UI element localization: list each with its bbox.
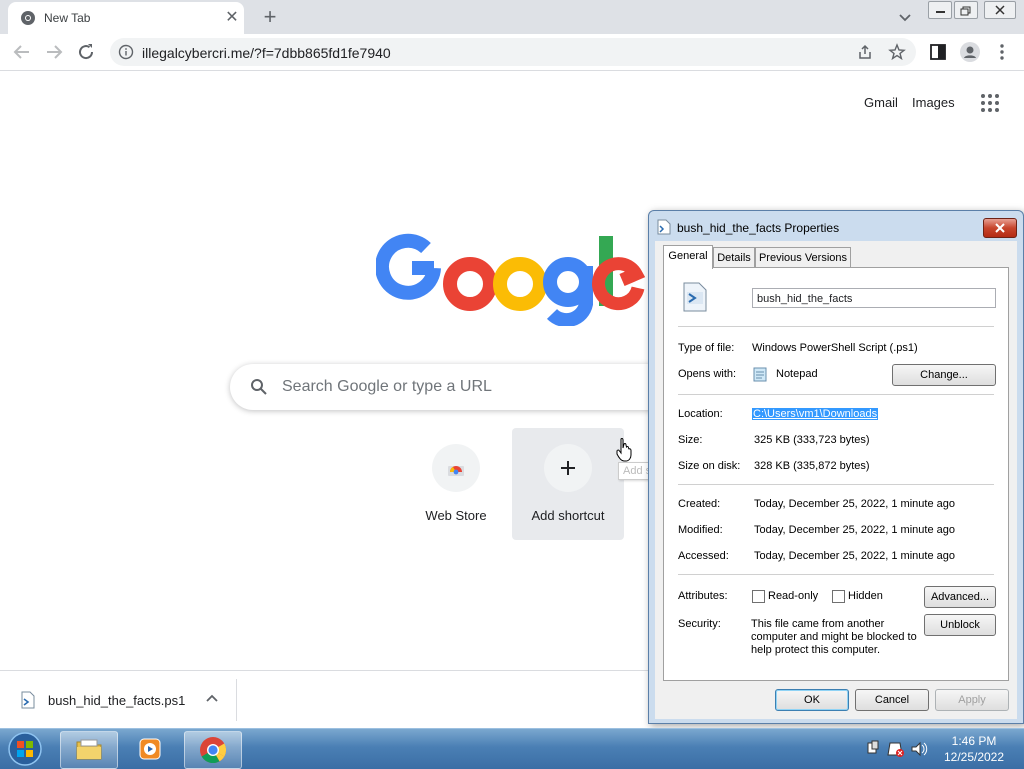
gmail-link[interactable]: Gmail: [864, 95, 898, 110]
size-on-disk-label: Size on disk:: [678, 460, 741, 472]
windows-start-orb[interactable]: [6, 731, 44, 767]
modified-value: Today, December 25, 2022, 1 minute ago: [754, 524, 955, 536]
hand-cursor-icon: [616, 438, 632, 462]
star-icon[interactable]: [888, 43, 906, 61]
opens-with-label: Opens with:: [678, 368, 737, 380]
tab-strip: New Tab ✕ +: [0, 0, 1024, 34]
info-icon[interactable]: [118, 44, 134, 60]
tab-general[interactable]: General: [663, 245, 713, 269]
taskbar-media-player[interactable]: [122, 731, 180, 769]
window-minimize-button[interactable]: [928, 1, 952, 19]
security-text: This file came from another computer and…: [751, 618, 917, 656]
modified-label: Modified:: [678, 524, 723, 536]
toolbar: illegalcybercri.me/?f=7dbb865fd1fe7940: [0, 34, 1024, 71]
advanced-button[interactable]: Advanced...: [924, 586, 996, 608]
web-store-icon: [432, 444, 480, 492]
google-logo: [376, 233, 646, 326]
powershell-file-icon: [683, 282, 707, 312]
download-shelf: bush_hid_the_facts.ps1: [0, 670, 648, 729]
media-player-icon: [139, 738, 161, 760]
system-tray-icons[interactable]: [864, 739, 934, 759]
apps-grid-icon[interactable]: [980, 93, 1000, 113]
tab-new-tab[interactable]: New Tab ✕: [8, 2, 244, 34]
taskbar-chrome[interactable]: [184, 731, 242, 769]
shortcut-label: Web Store: [425, 508, 487, 523]
new-tab-plus-icon[interactable]: +: [258, 5, 282, 29]
chevron-up-icon[interactable]: [204, 691, 220, 707]
taskbar-explorer[interactable]: [60, 731, 118, 769]
location-label: Location:: [678, 408, 723, 420]
opens-with-value: Notepad: [776, 368, 818, 380]
ok-button[interactable]: OK: [775, 689, 849, 711]
tab-close-icon[interactable]: ✕: [222, 8, 242, 28]
tab-title: New Tab: [44, 11, 91, 25]
profile-icon[interactable]: [958, 40, 982, 64]
more-vert-icon[interactable]: [990, 40, 1014, 64]
dialog-body: General Details Previous Versions bush_h…: [655, 241, 1017, 719]
download-filename[interactable]: bush_hid_the_facts.ps1: [48, 693, 185, 708]
location-value[interactable]: C:\Users\vm1\Downloads: [752, 408, 879, 420]
accessed-label: Accessed:: [678, 550, 729, 562]
clock-time[interactable]: 1:46 PM: [934, 734, 1014, 748]
side-panel-icon[interactable]: [926, 40, 950, 64]
shortcut-add[interactable]: Add shortcut: [512, 428, 624, 540]
general-panel: bush_hid_the_facts Type of file: Windows…: [663, 267, 1009, 681]
reload-icon[interactable]: [74, 40, 98, 64]
hidden-checkbox[interactable]: [832, 590, 845, 603]
divider: [678, 574, 994, 575]
size-label: Size:: [678, 434, 703, 446]
unblock-button[interactable]: Unblock: [924, 614, 996, 636]
created-value: Today, December 25, 2022, 1 minute ago: [754, 498, 955, 510]
type-label: Type of file:: [678, 342, 735, 354]
divider: [678, 326, 994, 327]
cancel-button[interactable]: Cancel: [855, 689, 929, 711]
share-icon[interactable]: [856, 43, 874, 61]
taskbar: 1:46 PM 12/25/2022: [0, 728, 1024, 769]
created-label: Created:: [678, 498, 721, 510]
dialog-close-button[interactable]: [983, 218, 1017, 238]
powershell-file-icon: [21, 691, 35, 709]
forward-arrow-icon[interactable]: [42, 40, 66, 64]
divider: [236, 679, 237, 721]
powershell-file-icon: [657, 219, 671, 235]
shortcut-label: Add shortcut: [531, 508, 605, 523]
back-arrow-icon[interactable]: [10, 40, 34, 64]
images-link[interactable]: Images: [912, 95, 955, 110]
chrome-favicon: [21, 11, 35, 25]
file-name-field[interactable]: bush_hid_the_facts: [752, 288, 996, 308]
omnibox[interactable]: illegalcybercri.me/?f=7dbb865fd1fe7940: [110, 38, 916, 66]
plus-icon: [544, 444, 592, 492]
window-restore-button[interactable]: [954, 1, 978, 19]
shortcut-web-store[interactable]: Web Store: [400, 428, 512, 540]
search-placeholder: Search Google or type a URL: [282, 378, 492, 395]
read-only-label: Read-only: [768, 590, 819, 602]
search-icon: [251, 379, 267, 395]
security-label: Security:: [678, 618, 721, 630]
tab-details[interactable]: Details: [713, 247, 755, 268]
hidden-label: Hidden: [848, 590, 883, 602]
tab-previous-versions[interactable]: Previous Versions: [755, 247, 851, 268]
dialog-title: bush_hid_the_facts Properties: [677, 221, 840, 235]
attributes-label: Attributes:: [678, 590, 728, 602]
read-only-checkbox[interactable]: [752, 590, 765, 603]
notepad-icon: [753, 367, 767, 382]
divider: [678, 394, 994, 395]
accessed-value: Today, December 25, 2022, 1 minute ago: [754, 550, 955, 562]
divider: [678, 484, 994, 485]
window-close-button[interactable]: [984, 1, 1016, 19]
clock-date[interactable]: 12/25/2022: [934, 750, 1014, 764]
url-text: illegalcybercri.me/?f=7dbb865fd1fe7940: [142, 45, 391, 61]
size-on-disk-value: 328 KB (335,872 bytes): [754, 460, 870, 472]
type-value: Windows PowerShell Script (.ps1): [752, 342, 918, 354]
apply-button[interactable]: Apply: [935, 689, 1009, 711]
chrome-icon: [200, 737, 227, 764]
tab-search-chevron-icon[interactable]: [894, 6, 916, 28]
folder-icon: [76, 739, 102, 760]
change-button[interactable]: Change...: [892, 364, 996, 386]
properties-dialog: bush_hid_the_facts Properties General De…: [648, 210, 1024, 724]
size-value: 325 KB (333,723 bytes): [754, 434, 870, 446]
